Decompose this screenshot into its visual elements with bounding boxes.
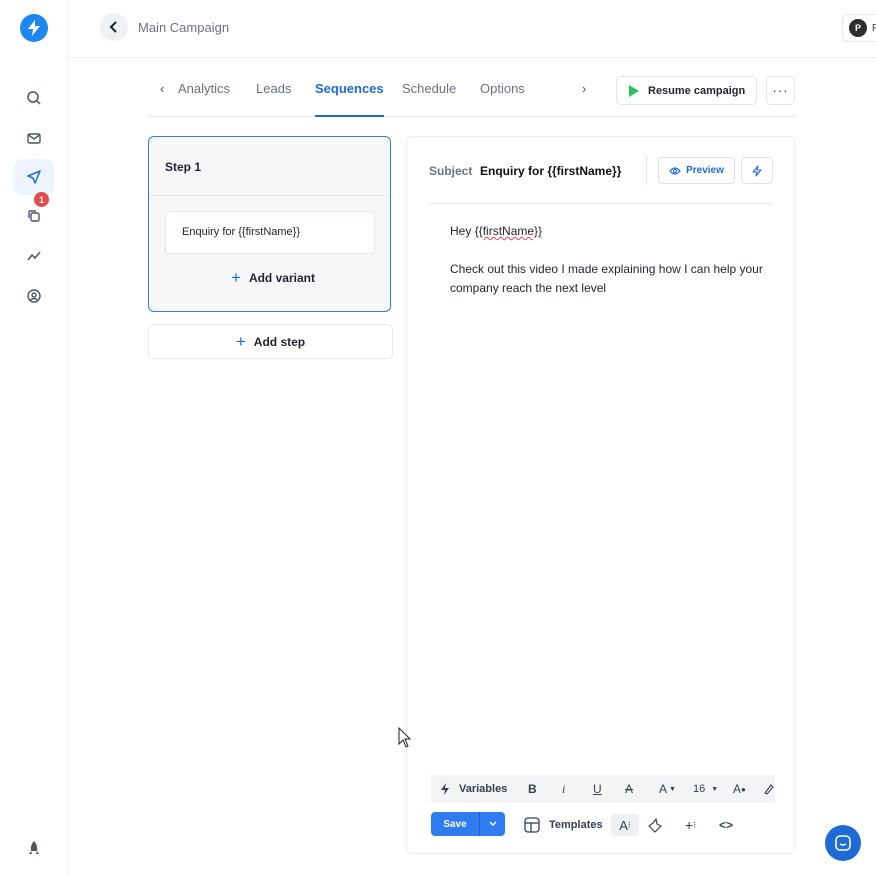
- divider: [646, 155, 647, 185]
- templates-button[interactable]: Templates: [523, 814, 603, 836]
- plus-icon: +: [231, 268, 241, 287]
- mouse-cursor-icon: [398, 726, 412, 754]
- save-label: Save: [443, 818, 467, 830]
- avatar-name: F: [872, 22, 876, 34]
- bold-icon[interactable]: B: [528, 779, 537, 799]
- italic-icon[interactable]: i: [562, 779, 565, 799]
- notification-badge: 1: [34, 192, 49, 207]
- tab-schedule[interactable]: Schedule: [402, 81, 456, 117]
- resume-campaign-button[interactable]: Resume campaign: [616, 76, 757, 105]
- add-variant-label: Add variant: [248, 270, 315, 285]
- font-size-value: 16: [693, 783, 706, 795]
- format-toolbar: Variables B i U A A ▼ 16 ▼ A ●: [431, 775, 775, 803]
- lightning-icon: [441, 783, 449, 795]
- code-icon[interactable]: <>: [719, 814, 733, 836]
- variant-item[interactable]: Enquiry for {{firstName}}: [165, 211, 375, 254]
- save-button[interactable]: Save: [431, 812, 505, 836]
- chevron-left-icon[interactable]: ‹: [160, 81, 164, 96]
- body-paragraph[interactable]: Check out this video I made explaining h…: [450, 260, 770, 298]
- text-size-icon[interactable]: A ⁝: [611, 814, 639, 836]
- mail-icon[interactable]: [14, 120, 54, 156]
- avatar: P: [849, 19, 867, 37]
- resume-label: Resume campaign: [648, 84, 746, 97]
- first-name-variable: {{firstName}}: [474, 224, 543, 238]
- font-style-dropdown[interactable]: A ▼: [659, 779, 676, 799]
- plus-icon: +: [235, 332, 246, 351]
- eye-icon: [669, 166, 681, 175]
- greeting-line[interactable]: Hey {{firstName}}: [450, 222, 770, 241]
- sidebar: 1: [0, 0, 68, 876]
- add-variant-button[interactable]: + Add variant: [231, 269, 315, 286]
- lightning-icon[interactable]: [741, 157, 773, 184]
- preview-button[interactable]: Preview: [658, 157, 735, 184]
- step-title: Step 1: [165, 160, 202, 174]
- step-card[interactable]: Step 1 Enquiry for {{firstName}} + Add v…: [148, 136, 391, 312]
- page-title: Main Campaign: [138, 20, 230, 35]
- search-icon[interactable]: [14, 80, 54, 116]
- divider: [429, 203, 772, 204]
- preview-label: Preview: [686, 165, 724, 176]
- tab-sequences[interactable]: Sequences: [315, 81, 384, 117]
- subject-label: Subject: [429, 164, 473, 178]
- highlight-icon[interactable]: [763, 779, 775, 799]
- templates-icon: [524, 817, 540, 833]
- user-circle-icon[interactable]: [14, 278, 54, 314]
- templates-label: Templates: [549, 819, 603, 831]
- send-icon[interactable]: [14, 159, 54, 195]
- campaign-tabs: ‹ Analytics Leads Sequences Schedule Opt…: [148, 72, 796, 117]
- insert-icon[interactable]: + ⁝: [685, 814, 696, 836]
- underline-icon[interactable]: U: [593, 779, 602, 799]
- add-step-label: Add step: [253, 334, 306, 349]
- lightning-icon[interactable]: [20, 14, 48, 42]
- subject-input[interactable]: Enquiry for {{firstName}}: [480, 164, 621, 178]
- copy-icon[interactable]: 1: [14, 192, 54, 234]
- divider: [149, 195, 390, 196]
- chevron-right-icon[interactable]: ›: [582, 81, 586, 96]
- variables-label: Variables: [459, 783, 508, 795]
- top-bar: Main Campaign P F: [68, 0, 876, 58]
- email-editor: Subject Enquiry for {{firstName}} Previe…: [406, 136, 795, 854]
- greeting-text: Hey: [450, 224, 475, 238]
- rocket-icon[interactable]: [14, 830, 54, 866]
- font-size-dropdown[interactable]: 16 ▼: [693, 779, 718, 799]
- tab-leads[interactable]: Leads: [256, 81, 291, 117]
- chat-icon[interactable]: [825, 825, 861, 861]
- trend-icon[interactable]: [14, 238, 54, 274]
- tab-options[interactable]: Options: [480, 81, 525, 117]
- chevron-down-icon[interactable]: [479, 812, 505, 836]
- tab-analytics[interactable]: Analytics: [178, 81, 230, 117]
- variables-button[interactable]: Variables: [439, 779, 507, 799]
- clean-icon[interactable]: [647, 814, 663, 836]
- add-step-button[interactable]: + Add step: [148, 324, 393, 359]
- user-menu[interactable]: P F: [842, 14, 876, 42]
- more-options-button[interactable]: ···: [766, 76, 795, 105]
- back-button[interactable]: [100, 13, 128, 41]
- clear-format-icon[interactable]: A: [625, 779, 633, 799]
- play-icon: [629, 84, 639, 97]
- editor-bottom-bar: Save Templates A ⁝ + ⁝ <>: [431, 810, 775, 840]
- text-color-icon[interactable]: A ●: [733, 779, 746, 799]
